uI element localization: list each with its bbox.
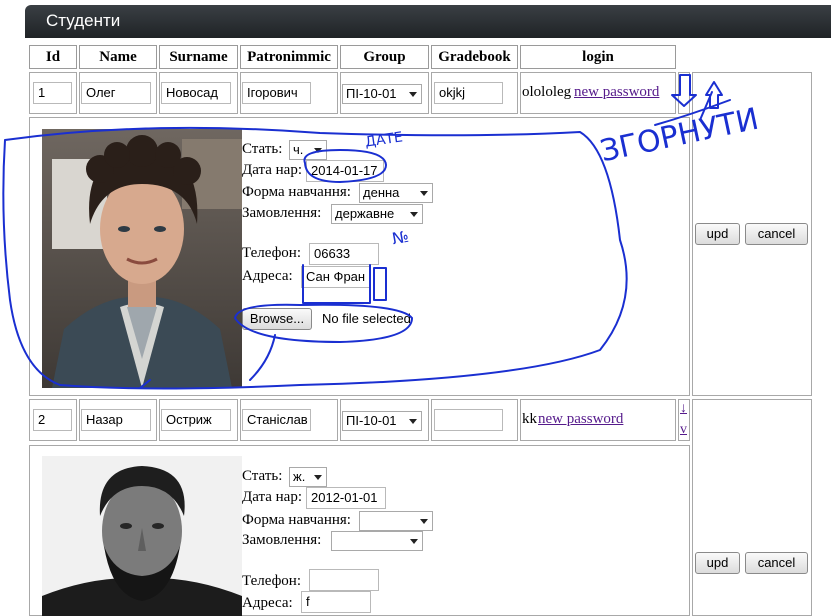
annotation-number: № — [390, 226, 411, 249]
annotation-overlay — [2, 74, 731, 390]
